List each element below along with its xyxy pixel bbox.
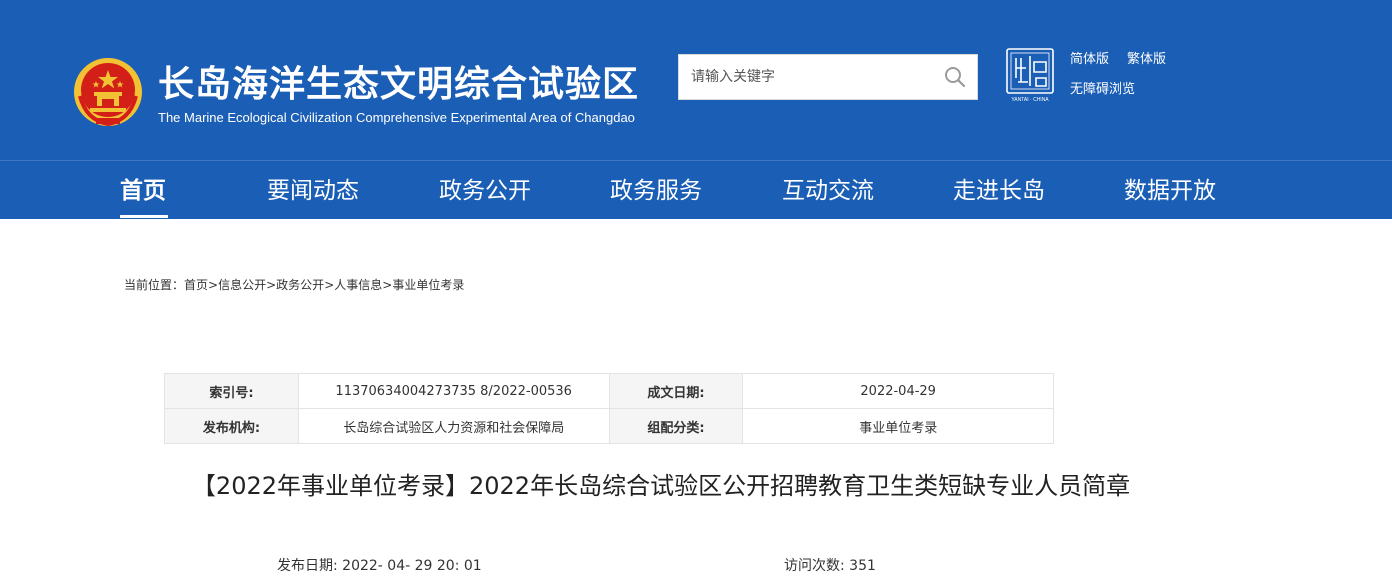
- breadcrumb-item-recruitment[interactable]: 事业单位考录: [392, 278, 464, 292]
- site-subtitle-en: The Marine Ecological Civilization Compr…: [158, 110, 635, 125]
- publishing-org-label: 发布机构:: [164, 408, 299, 444]
- site-header: 长岛海洋生态文明综合试验区 The Marine Ecological Civi…: [0, 0, 1392, 160]
- written-date-label: 成文日期:: [608, 373, 744, 409]
- article-title: 【2022年事业单位考录】2022年长岛综合试验区公开招聘教育卫生类短缺专业人员…: [191, 472, 1131, 500]
- breadcrumb-item-info-public[interactable]: 信息公开: [218, 278, 266, 292]
- breadcrumb-prefix: 当前位置：: [124, 278, 185, 292]
- table-row: 索引号: 11370634004273735 8/2022-00536 成文日期…: [164, 373, 1054, 409]
- active-nav-underline: [120, 215, 168, 218]
- visit-count: 访问次数: 351: [784, 558, 876, 574]
- seal-caption: YANTAI · CHINA: [1011, 97, 1049, 103]
- search-icon[interactable]: [943, 65, 967, 89]
- breadcrumb-item-gov-public[interactable]: 政务公开: [276, 278, 324, 292]
- publish-date: 发布日期: 2022- 04- 29 20: 01: [277, 558, 482, 574]
- index-number-value: 11370634004273735 8/2022-00536: [297, 373, 610, 409]
- nav-item-gov-affairs[interactable]: 政务公开: [439, 176, 531, 206]
- search-box: [678, 54, 978, 100]
- nav-item-gov-services[interactable]: 政务服务: [610, 176, 702, 206]
- simplified-chinese-link[interactable]: 简体版: [1070, 48, 1109, 67]
- nav-item-news[interactable]: 要闻动态: [267, 176, 359, 206]
- nav-item-home[interactable]: 首页: [120, 176, 166, 206]
- breadcrumb: 当前位置：首页>信息公开>政务公开>人事信息>事业单位考录: [124, 276, 464, 293]
- table-row: 发布机构: 长岛综合试验区人力资源和社会保障局 组配分类: 事业单位考录: [164, 408, 1054, 444]
- category-label: 组配分类:: [608, 408, 744, 444]
- breadcrumb-item-personnel[interactable]: 人事信息: [334, 278, 382, 292]
- accessible-browsing-link[interactable]: 无障碍浏览: [1070, 78, 1135, 97]
- breadcrumb-separator: >: [266, 278, 277, 292]
- written-date-value: 2022-04-29: [742, 373, 1054, 409]
- search-input[interactable]: [679, 55, 931, 99]
- traditional-chinese-link[interactable]: 繁体版: [1127, 48, 1166, 67]
- index-number-label: 索引号:: [164, 373, 299, 409]
- breadcrumb-separator: >: [382, 278, 393, 292]
- breadcrumb-item-home[interactable]: 首页: [184, 278, 208, 292]
- nav-item-open-data[interactable]: 数据开放: [1124, 176, 1216, 206]
- main-nav: 首页 要闻动态 政务公开 政务服务 互动交流 走进长岛 数据开放: [0, 160, 1392, 219]
- breadcrumb-separator: >: [324, 278, 335, 292]
- national-emblem-icon: [74, 58, 142, 127]
- category-value: 事业单位考录: [742, 408, 1054, 444]
- breadcrumb-separator: >: [208, 278, 219, 292]
- yantai-china-seal-icon[interactable]: YANTAI · CHINA: [1006, 48, 1054, 104]
- publishing-org-value: 长岛综合试验区人力资源和社会保障局: [297, 408, 610, 444]
- site-title: 长岛海洋生态文明综合试验区: [158, 64, 640, 105]
- nav-item-about-changdao[interactable]: 走进长岛: [953, 176, 1045, 206]
- nav-item-interaction[interactable]: 互动交流: [782, 176, 874, 206]
- document-meta-table: 索引号: 11370634004273735 8/2022-00536 成文日期…: [164, 373, 1054, 444]
